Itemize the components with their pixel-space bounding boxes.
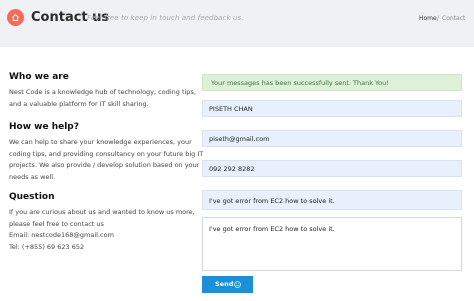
home-icon [7,9,24,26]
send-button[interactable]: Send [202,276,253,293]
page-subtitle: Feel free to keep in touch and feedback … [87,14,244,22]
question-line: please feel free to contact us [9,219,104,228]
message-value: I've got error from EC2 how to solve it. [209,225,335,233]
who-we-are-line: Nest Code is a knowledge hub of technolo… [9,88,196,96]
smile-icon [234,281,241,288]
name-value: PISETH CHAN [209,105,253,113]
who-we-are-heading: Who we are [9,72,69,82]
subject-field[interactable]: I've got error from EC2 how to solve it. [202,190,462,210]
how-we-help-line: coding tips, and providing consultancy o… [9,149,204,158]
how-we-help-line: needs as well. [9,172,56,181]
subject-value: I've got error from EC2 how to solve it. [209,197,335,205]
question-text: If you are curious about us and wanted t… [9,207,195,253]
success-message: Your messages has been successfully sent… [211,79,389,87]
breadcrumb-separator: / [437,15,440,22]
who-we-are-line: and a valuable platform for IT skill sha… [9,99,149,108]
question-heading: Question [9,192,55,202]
send-button-label: Send [215,280,234,288]
how-we-help-text: We can help to share your knowledge expe… [9,137,203,183]
question-line: If you are curious about us and wanted t… [9,208,195,216]
phone-value: 092 292 8282 [209,165,255,173]
contact-email: Email: nestcode168@gmail.com [9,231,114,239]
contact-phone: Tel: (+855) 69 623 652 [9,242,85,251]
page-header: Contact us Feel free to keep in touch an… [0,0,474,47]
breadcrumb-current: Contact [442,15,466,22]
name-field[interactable]: PISETH CHAN [202,100,462,117]
how-we-help-heading: How we help? [9,122,79,132]
message-textarea[interactable]: I've got error from EC2 how to solve it. [202,217,462,271]
success-alert: Your messages has been successfully sent… [202,74,462,91]
how-we-help-line: projects. We also provide / develop solu… [9,161,200,169]
email-field[interactable]: piseth@gmail.com [202,130,462,147]
how-we-help-line: We can help to share your knowledge expe… [9,138,192,146]
breadcrumb-home-link[interactable]: Home [419,15,437,22]
phone-field[interactable]: 092 292 8282 [202,160,462,177]
who-we-are-text: Nest Code is a knowledge hub of technolo… [9,87,196,110]
email-value: piseth@gmail.com [209,135,270,143]
